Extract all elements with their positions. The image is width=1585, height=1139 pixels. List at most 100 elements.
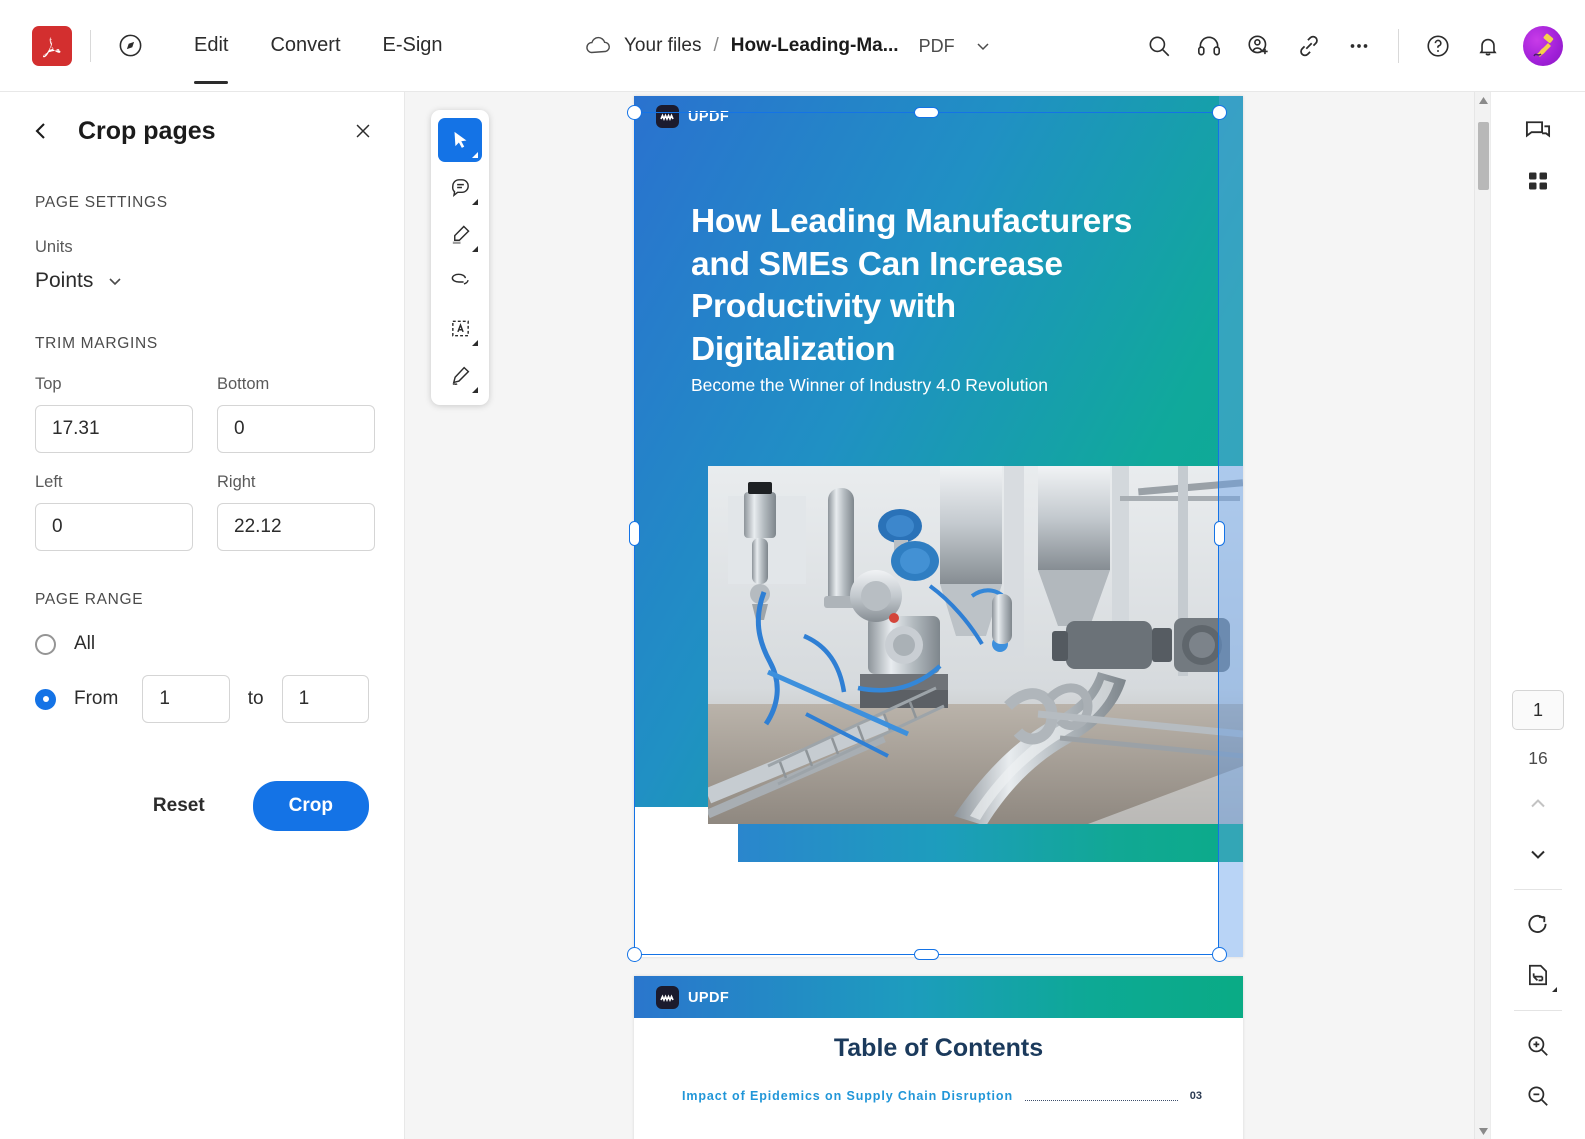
current-page-input[interactable]: 1: [1512, 690, 1564, 730]
page2-brand: UPDF: [656, 986, 729, 1009]
panel-title: Crop pages: [78, 116, 216, 145]
crop-button[interactable]: Crop: [252, 781, 369, 831]
user-avatar[interactable]: [1523, 26, 1563, 66]
tab-edit-label: Edit: [194, 34, 229, 56]
annotation-toolbar: [431, 110, 489, 405]
margin-left-input[interactable]: 0: [35, 503, 193, 551]
rail-divider-2: [1514, 1010, 1562, 1011]
crop-handle-middle-right[interactable]: [1214, 521, 1225, 546]
range-from-row[interactable]: From 1 to 1: [35, 675, 369, 723]
breadcrumb-root[interactable]: Your files: [624, 35, 701, 57]
scroll-down-arrow-icon[interactable]: [1475, 1123, 1490, 1139]
pdf-page-2[interactable]: UPDF Table of Contents Impact of Epidemi…: [634, 976, 1243, 1139]
file-menu-chevron-down-icon[interactable]: [973, 36, 993, 56]
toc-entry-page: 03: [1189, 1090, 1202, 1102]
page-thumbnails-icon[interactable]: [1513, 156, 1563, 206]
crop-handle-middle-left[interactable]: [629, 521, 640, 546]
adobe-acrobat-logo-icon[interactable]: [32, 25, 72, 66]
tab-convert[interactable]: Convert: [249, 0, 361, 92]
margin-left-label: Left: [35, 473, 63, 491]
tab-edit[interactable]: Edit: [173, 0, 249, 92]
page2-header-band: UPDF: [634, 976, 1243, 1018]
page1-subtitle: Become the Winner of Industry 4.0 Revolu…: [691, 375, 1048, 395]
crop-handle-top-right[interactable]: [1212, 105, 1227, 120]
tool-options-corner-icon: [472, 152, 478, 158]
units-group: Units Points: [0, 238, 404, 293]
breadcrumb-separator: /: [713, 35, 719, 56]
crop-handle-bottom-center[interactable]: [914, 949, 939, 960]
zoom-in-icon[interactable]: [1513, 1021, 1563, 1071]
cloud-icon: [584, 35, 614, 57]
topbar-actions: [1136, 0, 1563, 92]
home-compass-button[interactable]: [109, 25, 151, 67]
actions-divider: [1398, 29, 1399, 63]
document-scrollbar[interactable]: [1474, 92, 1490, 1139]
crop-handle-bottom-left[interactable]: [627, 947, 642, 962]
crop-handle-top-left[interactable]: [627, 105, 642, 120]
close-icon[interactable]: [346, 114, 380, 148]
main-nav-tabs: Edit Convert E-Sign: [173, 0, 464, 92]
range-all-label: All: [74, 633, 96, 654]
add-person-icon[interactable]: [1236, 23, 1282, 69]
page2-brand-label: UPDF: [688, 989, 730, 1006]
page1-title: How Leading Manufacturers and SMEs Can I…: [691, 203, 1133, 368]
radio-from-to[interactable]: [35, 688, 56, 710]
updf-logo-icon: [656, 105, 679, 128]
page1-brand-label: UPDF: [688, 108, 730, 125]
top-bar: Edit Convert E-Sign Your files / How-Lea…: [0, 0, 1585, 92]
toc-entry[interactable]: Impact of Epidemics on Supply Chain Disr…: [682, 1089, 1202, 1103]
sign-tool-button[interactable]: [438, 353, 482, 397]
zoom-out-icon[interactable]: [1513, 1071, 1563, 1121]
margin-right-field: Right 22.12: [217, 473, 375, 551]
fit-page-icon[interactable]: [1513, 950, 1563, 1000]
fit-page-options-corner-icon: [1552, 987, 1557, 992]
notifications-icon[interactable]: [1465, 23, 1511, 69]
comments-panel-icon[interactable]: [1513, 106, 1563, 156]
tab-esign[interactable]: E-Sign: [362, 0, 464, 92]
next-page-chevron-down-icon[interactable]: [1513, 829, 1563, 879]
industrial-piping-photo: [708, 466, 1243, 824]
previous-page-chevron-up-icon[interactable]: [1513, 779, 1563, 829]
page-range-heading: PAGE RANGE: [35, 591, 144, 608]
updf-logo-icon: [656, 986, 679, 1009]
link-icon[interactable]: [1286, 23, 1332, 69]
margin-bottom-input[interactable]: 0: [217, 405, 375, 453]
help-icon[interactable]: [1415, 23, 1461, 69]
margin-right-input[interactable]: 22.12: [217, 503, 375, 551]
crop-handle-top-center[interactable]: [914, 107, 939, 118]
rotate-clockwise-icon[interactable]: [1513, 900, 1563, 950]
range-to-input[interactable]: 1: [281, 675, 369, 723]
trim-margins-grid: Top 17.31 Bottom 0 Left 0 Right 22.12: [0, 375, 404, 551]
range-from-input[interactable]: 1: [142, 675, 230, 723]
select-tool-button[interactable]: [438, 118, 482, 162]
range-from-label: From: [74, 688, 119, 709]
reset-button[interactable]: Reset: [139, 787, 219, 825]
tab-convert-label: Convert: [270, 34, 341, 56]
margin-bottom-field: Bottom 0: [217, 375, 375, 453]
more-options-icon[interactable]: [1336, 23, 1382, 69]
comment-tool-button[interactable]: [438, 165, 482, 209]
search-icon[interactable]: [1136, 23, 1182, 69]
comment-options-corner-icon: [472, 199, 478, 205]
logo-divider: [90, 29, 91, 62]
panel-actions: Reset Crop: [0, 781, 404, 831]
text-select-options-corner-icon: [472, 340, 478, 346]
radio-all[interactable]: [35, 633, 56, 655]
highlight-tool-button[interactable]: [438, 212, 482, 256]
margin-top-field: Top 17.31: [35, 375, 193, 453]
range-all-row[interactable]: All: [35, 633, 369, 655]
pdf-page-1[interactable]: UPDF How Leading Manufacturers and SMEs …: [634, 96, 1243, 957]
acrobat-window: Edit Convert E-Sign Your files / How-Lea…: [0, 0, 1585, 1139]
scroll-up-arrow-icon[interactable]: [1475, 92, 1490, 108]
margin-top-input[interactable]: 17.31: [35, 405, 193, 453]
scrollbar-thumb[interactable]: [1478, 122, 1489, 190]
text-select-tool-button[interactable]: [438, 306, 482, 350]
back-chevron-icon[interactable]: [24, 114, 58, 148]
units-select[interactable]: Points: [35, 269, 369, 293]
highlight-options-corner-icon: [472, 246, 478, 252]
crop-handle-bottom-right[interactable]: [1212, 947, 1227, 962]
draw-lasso-tool-button[interactable]: [438, 259, 482, 303]
headphones-icon[interactable]: [1186, 23, 1232, 69]
crop-pages-panel: Crop pages PAGE SETTINGS Units Points TR…: [0, 92, 405, 1139]
breadcrumb-filename: How-Leading-Ma...: [730, 35, 899, 56]
